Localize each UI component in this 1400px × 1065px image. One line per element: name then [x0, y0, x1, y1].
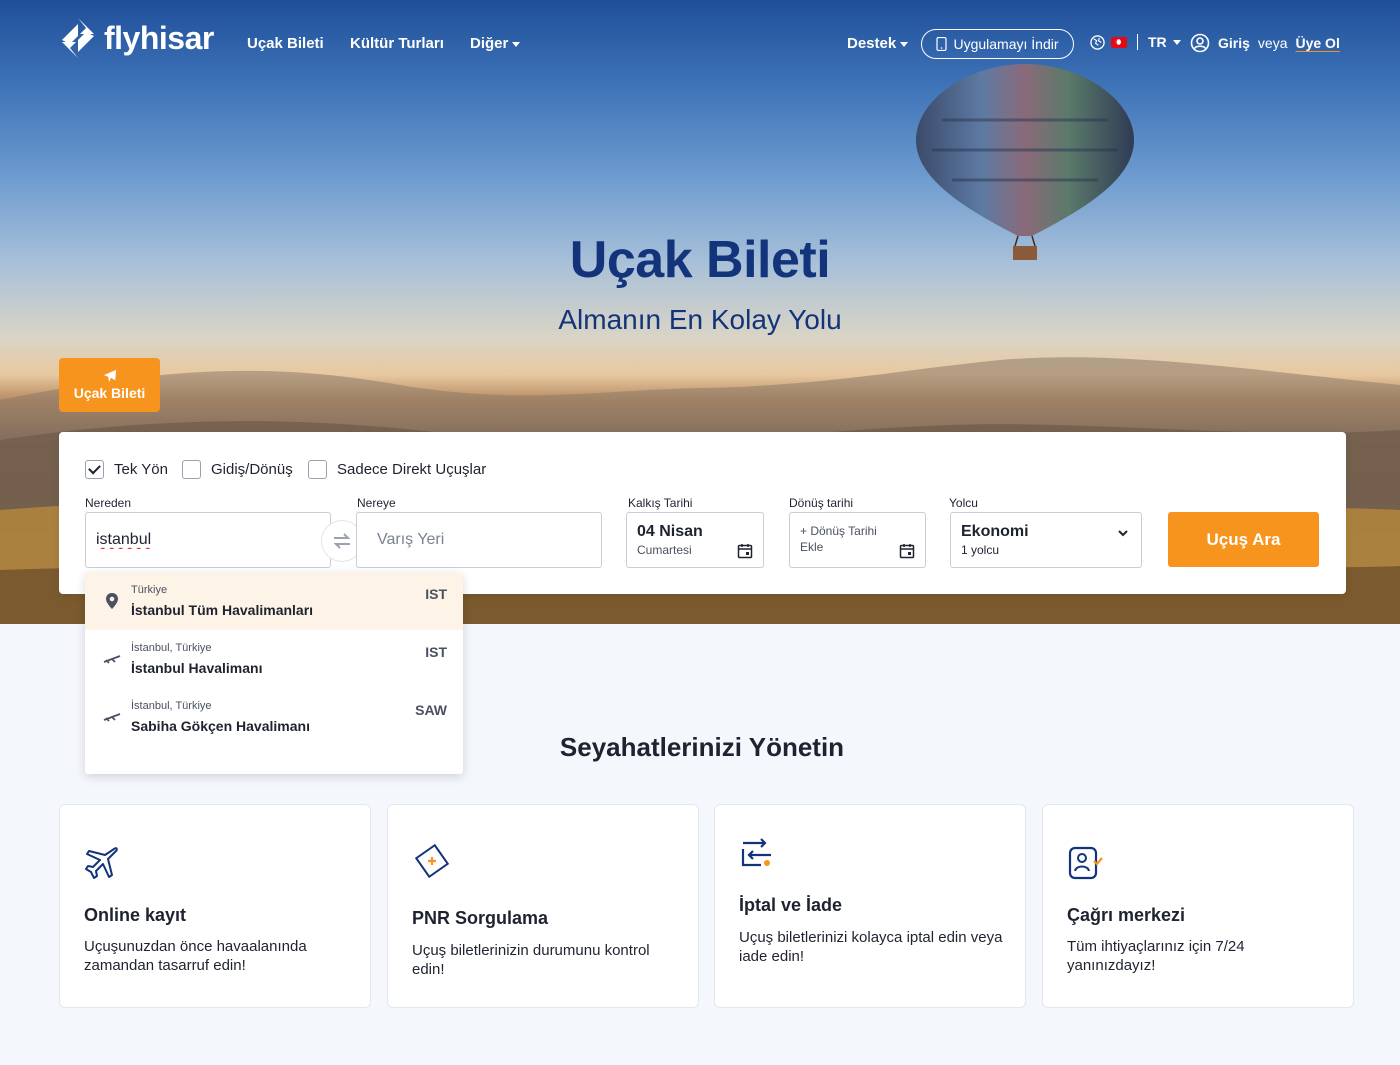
chevron-down-icon [1118, 530, 1128, 537]
round-trip-label: Gidiş/Dönüş [211, 461, 293, 478]
hero-subtitle: Almanın En Kolay Yolu [558, 304, 842, 335]
tab-flight-ticket[interactable]: Uçak Bileti [59, 358, 160, 412]
ticket-icon [414, 843, 450, 879]
round-trip-checkbox[interactable] [182, 460, 201, 479]
download-app-label: Uygulamayı İndir [953, 36, 1059, 52]
cancel-refund-card[interactable]: İptal ve İade Uçuş biletlerinizi kolayca… [714, 804, 1026, 1008]
suggestion-item[interactable]: İstanbul, Türkiye İstanbul Havalimanı IS… [85, 630, 463, 688]
depart-date-label: Kalkış Tarihi [628, 496, 693, 510]
language-label: TR [1148, 34, 1167, 50]
suggestion-code: IST [425, 586, 447, 602]
tab-label: Uçak Bileti [73, 385, 146, 401]
nav-kultur-turlari[interactable]: Kültür Turları [350, 35, 444, 52]
direct-flights-option[interactable]: Sadece Direkt Uçuşlar [308, 460, 486, 479]
card-description: Uçuş biletlerinizin durumunu kontrol edi… [412, 942, 650, 978]
refund-arrows-icon [741, 838, 771, 867]
search-flights-button[interactable]: Uçuş Ara [1168, 512, 1319, 567]
card-description: Uçuş biletlerinizi kolayca iptal edin ve… [739, 929, 1003, 965]
direct-flights-checkbox[interactable] [308, 460, 327, 479]
airplane-icon [103, 713, 121, 722]
chevron-down-icon [1172, 39, 1181, 45]
chevron-down-icon [900, 41, 909, 47]
plane-checkin-icon [85, 847, 118, 879]
online-checkin-card[interactable]: Online kayıt Uçuşunuzdan önce havaalanın… [59, 804, 371, 1008]
call-center-icon [1068, 846, 1103, 880]
one-way-checkbox[interactable] [85, 460, 104, 479]
suggestion-name: İstanbul Havalimanı [131, 660, 263, 676]
card-title: PNR Sorgulama [412, 908, 549, 928]
logo-mark-icon [62, 18, 94, 58]
nav-ucak-bileti[interactable]: Uçak Bileti [247, 35, 324, 52]
globe-icon [1090, 34, 1105, 50]
suggestion-location: İstanbul, Türkiye [131, 700, 212, 712]
top-navigation: flyhisar Uçak Bileti Kültür Turları Diğe… [0, 0, 1400, 88]
location-pin-icon [106, 593, 118, 609]
download-app-button[interactable]: Uygulamayı İndir [921, 29, 1074, 59]
depart-date-value: 04 Nisan [637, 523, 703, 540]
from-input[interactable] [86, 513, 330, 567]
direct-flights-label: Sadece Direkt Uçuşlar [337, 461, 487, 478]
nav-diger-label: Diğer [470, 35, 509, 52]
separator [1137, 34, 1138, 50]
language-selector[interactable]: TR [1090, 34, 1181, 50]
suggestion-code: SAW [415, 702, 447, 718]
airplane-icon [103, 369, 116, 383]
one-way-option[interactable]: Tek Yön [85, 460, 168, 479]
call-center-card[interactable]: Çağrı merkezi Tüm ihtiyaçlarınız için 7/… [1042, 804, 1354, 1008]
round-trip-option[interactable]: Gidiş/Dönüş [182, 460, 293, 479]
depart-day-value: Cumartesi [637, 543, 692, 557]
card-description: Tüm ihtiyaçlarınız için 7/24 yanınızdayı… [1067, 938, 1245, 974]
phone-icon [936, 37, 948, 51]
signup-link[interactable]: Üye Ol [1295, 35, 1339, 51]
turkey-flag-icon [1111, 36, 1127, 48]
user-circle-icon [1190, 33, 1210, 53]
login-link[interactable]: Giriş [1218, 35, 1250, 51]
logo-text: flyhisar [104, 19, 214, 56]
hero-title: Uçak Bileti [569, 231, 831, 289]
return-date-label: Dönüş tarihi [789, 496, 854, 510]
airplane-icon [103, 655, 121, 664]
account-area: Giriş veya Üye Ol [1190, 33, 1340, 53]
card-description: Uçuşunuzdan önce havaalanında zamandan t… [84, 938, 307, 974]
passenger-selector[interactable]: Ekonomi 1 yolcu [950, 512, 1142, 568]
card-title: İptal ve İade [739, 895, 843, 915]
nav-destek-label: Destek [847, 35, 897, 52]
suggestion-location: Türkiye [131, 584, 168, 596]
from-field[interactable] [85, 512, 331, 568]
card-title: Çağrı merkezi [1067, 905, 1186, 925]
suggestion-code: IST [425, 644, 447, 660]
one-way-label: Tek Yön [114, 461, 168, 478]
suggestion-name: İstanbul Tüm Havalimanları [131, 602, 314, 618]
pnr-lookup-card[interactable]: PNR Sorgulama Uçuş biletlerinizin durumu… [387, 804, 699, 1008]
add-return-date: + Dönüş Tarihi Ekle [800, 524, 877, 554]
calendar-icon [737, 544, 753, 559]
nav-destek-dropdown[interactable]: Destek [847, 35, 909, 52]
flight-search-form: Tek Yön Gidiş/Dönüş Sadece Direkt Uçuşla… [59, 432, 1346, 594]
nav-diger-dropdown[interactable]: Diğer [470, 35, 521, 52]
from-label: Nereden [85, 496, 132, 510]
suggestion-item[interactable]: Türkiye İstanbul Tüm Havalimanları IST [85, 572, 463, 630]
passenger-label: Yolcu [949, 496, 978, 510]
swap-arrows-icon [333, 533, 351, 549]
flyhisar-logo[interactable]: flyhisar [58, 16, 214, 60]
to-input[interactable] [357, 513, 601, 567]
or-text: veya [1257, 35, 1288, 51]
cabin-class-value: Ekonomi [961, 523, 1029, 540]
to-field[interactable] [356, 512, 602, 568]
chevron-down-icon [512, 41, 521, 47]
calendar-icon [899, 544, 915, 559]
depart-date-field[interactable]: 04 Nisan Cumartesi [626, 512, 764, 568]
return-date-field[interactable]: + Dönüş Tarihi Ekle [789, 512, 926, 568]
passenger-count-value: 1 yolcu [961, 543, 1000, 557]
manage-trips-title: Seyahatlerinizi Yönetin [559, 732, 845, 762]
card-title: Online kayıt [84, 905, 187, 925]
to-label: Nereye [357, 496, 396, 510]
suggestion-location: İstanbul, Türkiye [131, 642, 212, 654]
